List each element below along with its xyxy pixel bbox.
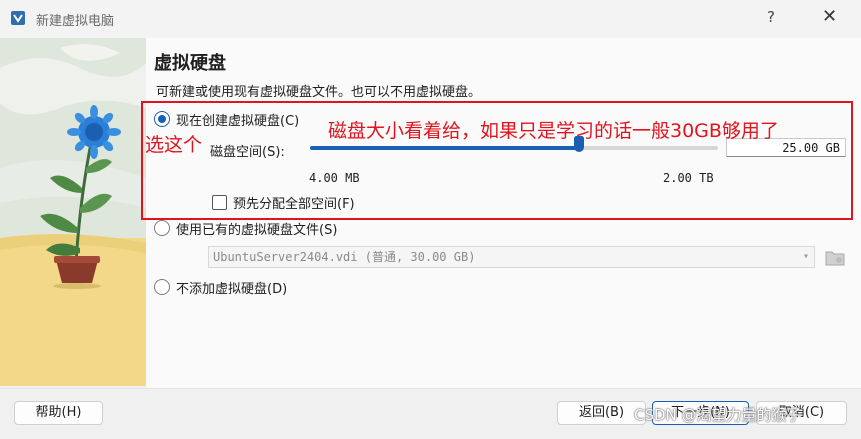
existing-disk-select-value: UbuntuServer2404.vdi (普通, 30.00 GB) [213, 250, 476, 264]
help-icon[interactable]: ? [767, 8, 775, 26]
annotation-size-note: 磁盘大小看着给，如果只是学习的话一般30GB够用了 [328, 120, 779, 142]
folder-browse-icon[interactable] [824, 246, 846, 268]
annotation-pick-this: 选这个 [145, 134, 203, 156]
close-icon[interactable]: ✕ [822, 6, 837, 27]
radio-no-disk[interactable] [154, 279, 170, 295]
help-button[interactable]: 帮助(H) [14, 401, 103, 425]
back-button[interactable]: 返回(B) [557, 401, 646, 425]
existing-disk-select[interactable]: UbuntuServer2404.vdi (普通, 30.00 GB) ▾ [208, 246, 815, 268]
title-bar: 新建虚拟电脑 ? ✕ [0, 0, 861, 38]
wizard-illustration [0, 38, 146, 386]
no-disk-label[interactable]: 不添加虚拟硬盘(D) [176, 278, 287, 297]
chevron-down-icon: ▾ [802, 251, 809, 262]
page-title: 虚拟硬盘 [154, 53, 226, 74]
csdn-watermark: CSDN @渴望力量的猴子 [634, 406, 802, 424]
use-existing-disk-label[interactable]: 使用已有的虚拟硬盘文件(S) [176, 219, 337, 238]
page-subtitle: 可新建或使用现有虚拟硬盘文件。也可以不用虚拟硬盘。 [156, 85, 482, 100]
virtualbox-icon [11, 11, 25, 25]
radio-use-existing-disk[interactable] [154, 220, 170, 236]
window-title: 新建虚拟电脑 [36, 14, 115, 29]
